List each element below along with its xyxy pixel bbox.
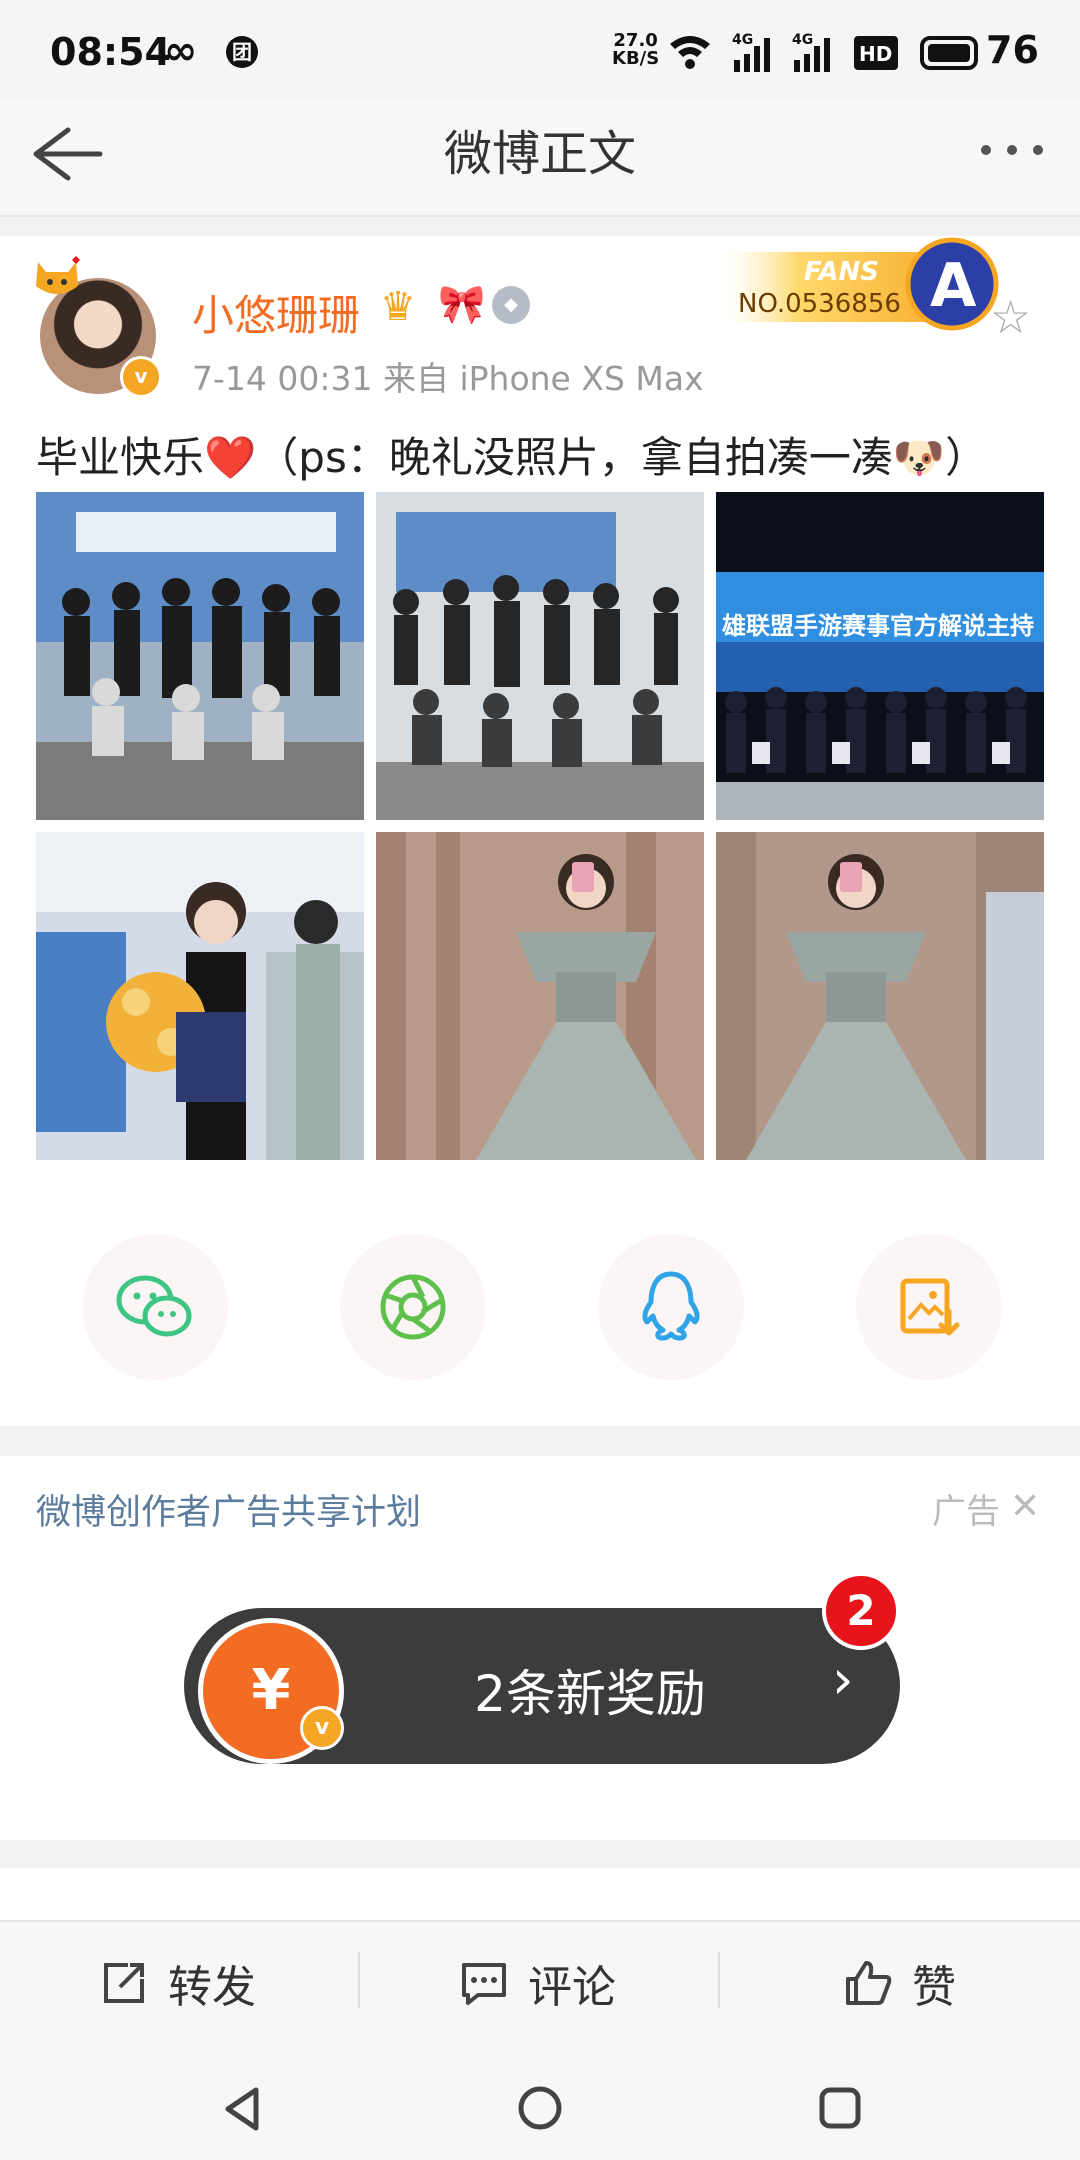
share-qq-button[interactable] <box>598 1234 744 1380</box>
verified-badge-icon: v <box>120 356 162 398</box>
post-meta: 7-14 00:31 来自 iPhone XS Max <box>192 359 704 398</box>
photo-banner-text: 雄联盟手游赛事官方解说主持 <box>721 612 1034 640</box>
divider <box>358 1952 360 2008</box>
signal-wifi-icons: 4G 4G HD <box>670 32 978 72</box>
post-photo[interactable] <box>376 832 704 1160</box>
username[interactable]: 小悠珊珊 <box>192 282 360 343</box>
svg-text:4G: 4G <box>732 32 753 48</box>
svg-text:4G: 4G <box>792 32 813 48</box>
status-time: 08:54 <box>50 30 171 74</box>
battery-level: 76 <box>986 28 1039 72</box>
divider <box>718 1952 720 2008</box>
repost-icon <box>104 1963 144 2003</box>
qq-icon <box>642 1271 700 1341</box>
save-image-button[interactable] <box>856 1234 1002 1380</box>
speed-unit: KB/S <box>612 48 660 69</box>
like-label: 赞 <box>912 1962 956 2013</box>
medal-icon: ◆ <box>492 286 530 324</box>
wechat-icon <box>116 1275 192 1337</box>
battery-icon <box>920 36 978 70</box>
dress-selfie-2 <box>716 832 1044 1160</box>
comment-button[interactable]: 评论 <box>458 1948 616 2018</box>
comment-label: 评论 <box>528 1962 616 2013</box>
close-icon[interactable]: ✕ <box>1010 1486 1040 1527</box>
reward-count-badge: 2 <box>822 1572 900 1650</box>
chevron-right-icon: › <box>832 1648 854 1711</box>
bouquet-photo <box>36 832 364 1160</box>
more-dots-icon[interactable] <box>972 130 1052 170</box>
fans-number-badge[interactable]: FANS NO.0536856 A <box>724 236 1004 336</box>
thumbs-up-icon <box>846 1961 892 2005</box>
group-photo-1 <box>36 492 364 820</box>
signal-4g-icon-1: 4G <box>732 32 770 72</box>
cat-pendant-icon <box>36 256 80 294</box>
ad-tag: 广告 <box>932 1492 1000 1532</box>
comment-icon <box>462 1963 506 2005</box>
dress-selfie-1 <box>376 832 704 1160</box>
post-text: 毕业快乐❤️（ps：晚礼没照片，拿自拍凑一凑🐶） <box>36 433 988 482</box>
notification-badge-icon: 团 <box>226 36 258 68</box>
ad-title[interactable]: 微博创作者广告共享计划 <box>36 1484 421 1535</box>
share-wechat-button[interactable] <box>82 1234 228 1380</box>
ribbon-icon: 🎀 <box>438 282 486 326</box>
wifi-icon <box>670 36 710 69</box>
like-button[interactable]: 赞 <box>842 1948 956 2018</box>
save-image-icon <box>900 1278 960 1336</box>
repost-label: 转发 <box>168 1962 256 2013</box>
crown-icon: ♛ <box>380 284 416 330</box>
repost-button[interactable]: 转发 <box>98 1948 256 2018</box>
tabs-strip <box>0 1868 1080 1928</box>
nav-home-icon[interactable] <box>516 2084 564 2132</box>
fans-number: NO.0536856 <box>738 289 901 319</box>
hd-icon: HD <box>854 36 898 70</box>
signal-4g-icon-2: 4G <box>792 32 830 72</box>
svg-text:HD: HD <box>859 42 892 66</box>
post-photo[interactable] <box>36 492 364 820</box>
reward-text: 2条新奖励 <box>474 1665 706 1723</box>
post-photo[interactable] <box>376 492 704 820</box>
network-speed: 27.0 KB/S <box>612 32 659 68</box>
post-photo[interactable]: 雄联盟手游赛事官方解说主持 <box>716 492 1044 820</box>
nav-recent-apps-icon[interactable] <box>816 2084 864 2132</box>
verified-badge-icon: v <box>300 1706 344 1750</box>
nav-back-icon[interactable] <box>220 2084 264 2134</box>
group-photo-3: 雄联盟手游赛事官方解说主持 <box>716 492 1044 820</box>
favorite-star-icon[interactable]: ☆ <box>990 290 1031 344</box>
svg-text:A: A <box>930 251 977 321</box>
group-photo-2 <box>376 492 704 820</box>
page-title: 微博正文 <box>443 126 636 182</box>
post-photo[interactable] <box>716 832 1044 1160</box>
moments-icon <box>380 1274 446 1340</box>
share-moments-button[interactable] <box>340 1234 486 1380</box>
fans-label: FANS <box>804 257 879 287</box>
post-photo[interactable] <box>36 832 364 1160</box>
infinity-icon: ∞ <box>164 28 198 74</box>
